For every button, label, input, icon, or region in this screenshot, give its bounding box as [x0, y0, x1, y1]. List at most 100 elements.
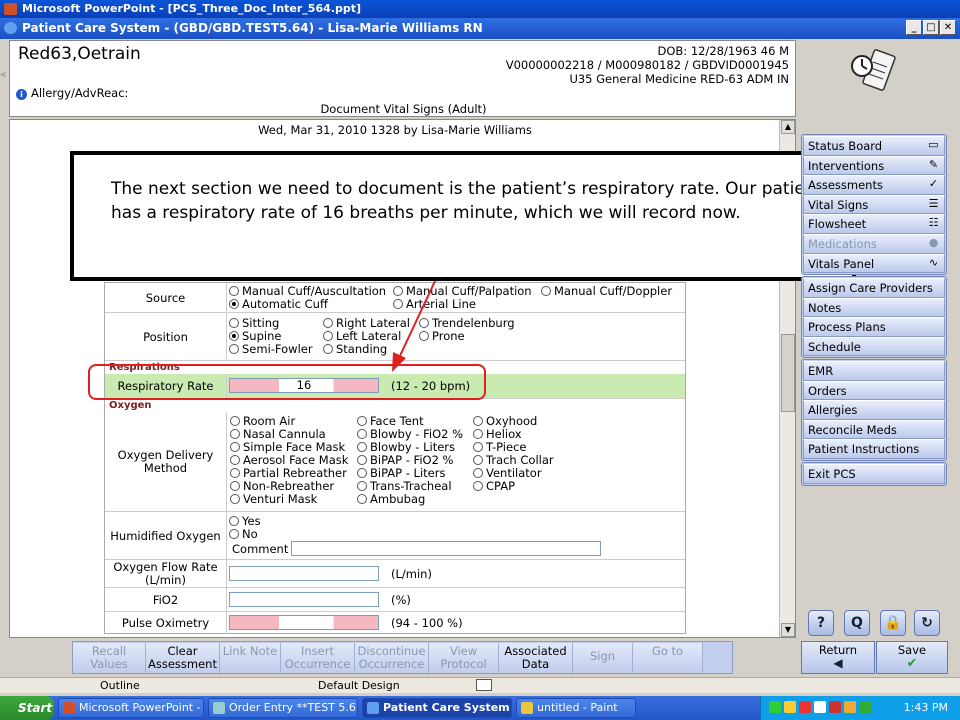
scroll-up-icon[interactable]: ▲: [781, 120, 795, 134]
nav-item[interactable]: Status Board ▭: [803, 136, 945, 156]
nav-icon: ∿: [928, 255, 939, 269]
tray-icon[interactable]: [769, 701, 781, 713]
instruction-text: The next section we need to document is …: [111, 179, 823, 223]
nav-icon: ☷: [928, 216, 939, 230]
nav-group-1: Status Board ▭ Interventions ✎ Assessments ✓ V…: [801, 134, 947, 276]
flow-rate-input[interactable]: [229, 566, 379, 581]
nav-item[interactable]: Reconcile Meds: [803, 419, 945, 440]
tray-icon[interactable]: [814, 701, 826, 713]
clock-clipboard-icon: [851, 49, 896, 91]
return-button[interactable]: Return ◀: [801, 641, 875, 674]
patient-location: U35 General Medicine RED-63 ADM IN: [569, 72, 789, 86]
tray-icon[interactable]: [799, 701, 811, 713]
tray-icon[interactable]: [784, 701, 796, 713]
patient-header: Red63,Oetrain DOB: 12/28/1963 46 M V0000…: [9, 40, 796, 117]
nav-item[interactable]: Interventions ✎: [803, 155, 945, 176]
nav-item[interactable]: EMR: [803, 361, 945, 381]
nav-item[interactable]: Patient Instructions: [803, 439, 945, 459]
lock-icon[interactable]: 🔒: [880, 610, 906, 636]
nav-item[interactable]: Exit PCS: [803, 464, 945, 484]
status-design: Default Design: [318, 679, 400, 692]
allergy-line[interactable]: i Allergy/AdvReac:: [16, 86, 128, 100]
nav-item[interactable]: Notes: [803, 297, 945, 318]
task-pcs[interactable]: Patient Care System ...: [362, 698, 512, 718]
source-manual-doppler[interactable]: Manual Cuff/Doppler: [541, 285, 672, 298]
patient-ids: V00000002218 / M000980182 / GBDVID000194…: [505, 58, 789, 72]
tray-icon[interactable]: [829, 701, 841, 713]
toolbar-button[interactable]: Clear Assessment: [146, 643, 220, 673]
task-powerpoint[interactable]: Microsoft PowerPoint - [...: [58, 698, 204, 718]
start-button[interactable]: Start: [0, 696, 54, 720]
nav-item[interactable]: Process Plans: [803, 317, 945, 337]
search-icon[interactable]: Q: [844, 610, 870, 636]
fio2-input[interactable]: [229, 592, 379, 607]
system-tray: 1:43 PM: [760, 696, 960, 720]
toolbar-button[interactable]: Insert Occurrence: [281, 643, 355, 673]
nav-item[interactable]: Assessments ✓: [803, 175, 945, 195]
ppt-titlebar[interactable]: Microsoft PowerPoint - [PCS_Three_Doc_In…: [0, 0, 960, 18]
nav-item[interactable]: Orders: [803, 380, 945, 401]
refresh-icon[interactable]: ↻: [914, 610, 940, 636]
oxygen-section-label: Oxygen: [109, 400, 152, 411]
humidified-label: Humidified Oxygen: [105, 512, 227, 560]
windows-taskbar: Start Microsoft PowerPoint - [... Order …: [0, 696, 960, 720]
flow-rate-unit: (L/min): [391, 567, 432, 581]
paint-task-icon: [521, 702, 533, 714]
save-button[interactable]: Save ✔: [876, 641, 948, 674]
toolbar-button[interactable]: Sign: [573, 643, 633, 673]
tray-icon[interactable]: [844, 701, 856, 713]
help-icon[interactable]: ?: [808, 610, 834, 636]
position-label: Position: [105, 313, 227, 361]
nav-group-3: EMR Orders Allergies Reconcile Meds Patient …: [801, 359, 947, 461]
toolbar-button[interactable]: Recall Values: [73, 643, 146, 673]
toolbar-button[interactable]: Discontinue Occurrence: [355, 643, 429, 673]
tray-icon[interactable]: [859, 701, 871, 713]
nav-item[interactable]: Schedule: [803, 336, 945, 357]
nav-item[interactable]: Vitals Panel ∿: [803, 253, 945, 274]
powerpoint-icon: [4, 3, 17, 15]
position-standing[interactable]: Standing: [323, 343, 387, 356]
task-order-entry[interactable]: Order Entry **TEST 5.6...: [208, 698, 358, 718]
nav-item[interactable]: Flowsheet ☷: [803, 214, 945, 234]
toolbar-button[interactable]: View Protocol: [429, 643, 499, 673]
humidified-row: Humidified Oxygen Yes No Comment: [105, 512, 685, 560]
scroll-thumb[interactable]: [781, 334, 795, 412]
comment-label: Comment: [232, 542, 289, 556]
clock: 1:43 PM: [903, 701, 948, 714]
task-paint[interactable]: untitled - Paint: [516, 698, 636, 718]
oxygen-option[interactable]: CPAP: [473, 480, 515, 493]
powerpoint-task-icon: [63, 702, 75, 714]
source-label: Source: [105, 283, 227, 313]
pcs-task-icon: [367, 702, 379, 714]
source-automatic-cuff[interactable]: Automatic Cuff: [229, 298, 328, 311]
action-toolbar: Recall Values Clear Assessment Link Note In…: [72, 641, 733, 674]
oxygen-option[interactable]: Venturi Mask: [230, 493, 317, 506]
comment-input[interactable]: [291, 541, 601, 556]
maximize-button[interactable]: □: [923, 20, 939, 35]
nav-item[interactable]: Medications ●: [803, 233, 945, 254]
scroll-down-icon[interactable]: ▼: [781, 623, 795, 637]
slide-view-icon[interactable]: [476, 679, 492, 691]
info-icon: i: [16, 89, 27, 100]
nav-item[interactable]: Allergies: [803, 400, 945, 420]
nav-item[interactable]: Assign Care Providers: [803, 278, 945, 298]
edge-marker: <: [0, 70, 7, 79]
position-semi-fowler[interactable]: Semi-Fowler: [229, 343, 313, 356]
flow-rate-label: Oxygen Flow Rate (L/min): [105, 560, 227, 588]
minimize-button[interactable]: _: [906, 20, 922, 35]
nav-icon: ✓: [928, 177, 939, 191]
toolbar-button[interactable]: Associated Data: [499, 643, 573, 673]
instruction-callout: The next section we need to document is …: [70, 151, 856, 281]
document-name: Document Vital Signs (Adult): [320, 102, 487, 116]
close-button[interactable]: ✕: [940, 20, 956, 35]
nav-item[interactable]: Vital Signs ☰: [803, 194, 945, 215]
humidified-no[interactable]: No: [229, 528, 258, 541]
oxygen-option[interactable]: Ambubag: [357, 493, 425, 506]
nav-group-4: Exit PCS: [801, 462, 947, 486]
patient-dob: DOB: 12/28/1963 46 M: [657, 44, 789, 58]
toolbar-button[interactable]: Go to: [633, 643, 703, 673]
flow-rate-row: Oxygen Flow Rate (L/min) (L/min): [105, 560, 685, 588]
toolbar-button[interactable]: Link Note: [220, 643, 281, 673]
app-titlebar[interactable]: Patient Care System - (GBD/GBD.TEST5.64)…: [0, 18, 960, 39]
pulse-ox-input[interactable]: [229, 615, 379, 630]
